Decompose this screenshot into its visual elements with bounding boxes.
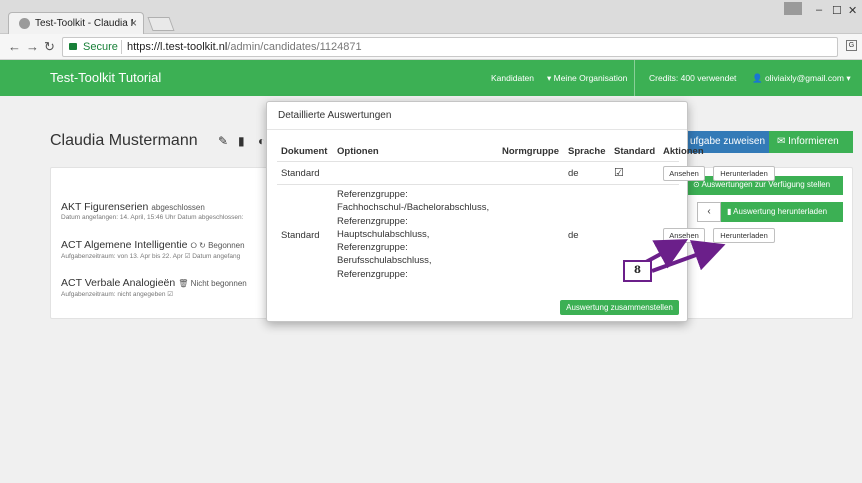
task-status: 🗑 Nicht begonnen (178, 279, 247, 288)
task-dates: Datum angefangen: 14. April, 15:46 Uhr D… (61, 214, 244, 221)
download-button[interactable]: Herunterladen (713, 228, 775, 243)
modal-divider (267, 129, 687, 130)
reload-icon[interactable]: ↻ (44, 39, 55, 55)
url-host: https://l.test-toolkit.nl (127, 41, 228, 53)
task-status: ⭘ ↻ Begonnen (190, 241, 245, 250)
settings-icon[interactable]: ◐ (258, 134, 265, 148)
col-header-sprache: Sprache (568, 146, 606, 157)
inform-button[interactable]: ✉ Informieren (769, 131, 853, 153)
download-evaluation-button[interactable]: ▮ Auswertung herunterladen (721, 202, 843, 222)
new-tab-button[interactable] (147, 17, 175, 31)
cell-language: de (568, 168, 579, 179)
col-header-normgruppe: Normgruppe (502, 146, 559, 157)
task-title[interactable]: ACT Verbale Analogieën (61, 277, 175, 289)
compile-evaluation-button[interactable]: Auswertung zusammenstellen (560, 300, 679, 315)
maximize-button[interactable]: ☐ (832, 4, 842, 17)
url-text: https://l.test-toolkit.nl/admin/candidat… (127, 41, 362, 53)
col-header-optionen: Optionen (337, 146, 379, 157)
task-status: abgeschlossen (151, 203, 205, 212)
col-header-standard: Standard (614, 146, 656, 157)
chevron-left-icon[interactable]: ‹ (697, 202, 721, 222)
cell-language: de (568, 230, 579, 241)
nav-kandidaten[interactable]: Kandidaten (491, 73, 534, 83)
evaluations-modal: Detaillierte Auswertungen Dokument Optio… (266, 101, 775, 322)
notes-icon[interactable]: ▮ (238, 134, 245, 148)
row-divider (277, 184, 679, 185)
url-path: /admin/candidates/1124871 (227, 41, 362, 53)
translate-icon[interactable]: G (846, 40, 857, 51)
cell-document: Standard (281, 230, 320, 241)
forward-arrow-icon[interactable]: → (26, 39, 39, 54)
modal-title: Detaillierte Auswertungen (278, 110, 392, 121)
nav-organisation[interactable]: ▾ Meine Organisation (547, 73, 627, 84)
view-button[interactable]: Ansehen (663, 228, 705, 243)
secure-label: Secure (83, 41, 118, 53)
minimize-button[interactable]: – (816, 4, 822, 16)
cell-document: Standard (281, 168, 320, 179)
row-divider (277, 161, 679, 162)
back-arrow-icon[interactable]: ← (8, 39, 21, 54)
favicon-icon (19, 18, 30, 29)
user-menu[interactable]: 👤 oliviaixly@gmail.com ▾ (752, 73, 851, 84)
task-item: AKT Figurenserien abgeschlossen Datum an… (61, 201, 243, 221)
nav-divider (634, 60, 635, 96)
page-title: Claudia Mustermann (50, 132, 198, 149)
cell-options: Referenzgruppe: Fachhochschul-/Bachelora… (337, 189, 490, 280)
edit-icon[interactable]: ✎ (218, 134, 228, 148)
tab-close-icon[interactable]: × (130, 16, 137, 30)
col-header-aktionen: Aktionen (663, 146, 704, 157)
task-dates: Aufgabenzeitraum: nicht angegeben ☑ (61, 291, 174, 298)
url-separator (121, 40, 122, 54)
url-field[interactable]: Secure https://l.test-toolkit.nl/admin/c… (62, 37, 838, 57)
checkbox-checked-icon: ☑ (614, 167, 624, 179)
view-button[interactable]: Ansehen (663, 166, 705, 181)
task-item: ACT Algemene Intelligentie ⭘ ↻ Begonnen … (61, 239, 245, 260)
task-title[interactable]: ACT Algemene Intelligentie (61, 239, 187, 251)
task-title[interactable]: AKT Figurenserien (61, 201, 148, 213)
profile-icon[interactable] (784, 2, 802, 15)
address-bar: ← → ↻ Secure https://l.test-toolkit.nl/a… (0, 34, 862, 60)
browser-tab[interactable]: Test-Toolkit - Claudia Mu × (8, 12, 144, 34)
col-header-dokument: Dokument (281, 146, 328, 157)
browser-tabstrip: Test-Toolkit - Claudia Mu × – ☐ ✕ (0, 0, 862, 34)
close-window-button[interactable]: ✕ (848, 4, 857, 17)
task-item: ACT Verbale Analogieën 🗑 Nicht begonnen … (61, 277, 247, 298)
brand-title[interactable]: Test-Toolkit Tutorial (50, 70, 161, 85)
download-button[interactable]: Herunterladen (713, 166, 775, 181)
credits-label: Credits: 400 verwendet (649, 73, 737, 83)
tab-title: Test-Toolkit - Claudia Mu (35, 18, 133, 29)
lock-icon (69, 43, 77, 50)
step-badge: 8 (623, 260, 652, 282)
app-navbar: Test-Toolkit Tutorial Kandidaten ▾ Meine… (0, 60, 862, 96)
task-dates: Aufgabenzeitraum: von 13. Apr bis 22. Ap… (61, 253, 241, 260)
